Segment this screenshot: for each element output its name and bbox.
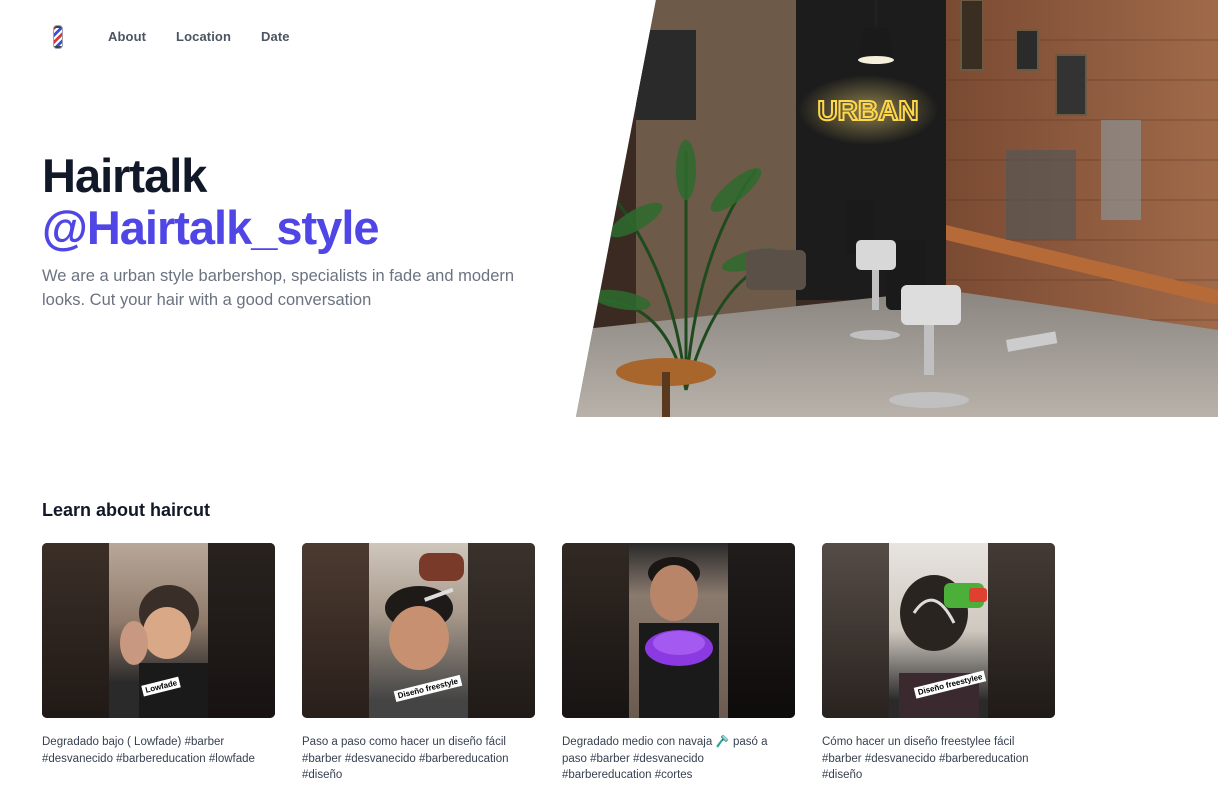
- video-caption[interactable]: Cómo hacer un diseño freestylee fácil #b…: [822, 734, 1055, 784]
- video-caption[interactable]: Paso a paso como hacer un diseño fácil #…: [302, 734, 535, 784]
- nav-link-about[interactable]: About: [108, 29, 146, 44]
- neon-sign: URBAN: [817, 95, 918, 126]
- video-card[interactable]: Diseño freestyle Paso a paso como hacer …: [302, 543, 535, 784]
- video-thumbnail[interactable]: Lowfade: [42, 543, 275, 718]
- section-title: Learn about haircut: [42, 500, 211, 520]
- barbershop-illustration: URBAN: [576, 0, 1218, 417]
- video-caption[interactable]: Degradado bajo ( Lowfade) #barber #desva…: [42, 734, 275, 767]
- hero-handle[interactable]: @Hairtalk_style: [42, 202, 380, 254]
- video-card[interactable]: Diseño freestylee Cómo hacer un diseño f…: [822, 543, 1055, 784]
- hero-description: We are a urban style barbershop, special…: [42, 267, 515, 309]
- main-nav: About Location Date: [108, 29, 290, 44]
- nav-link-date[interactable]: Date: [261, 29, 290, 44]
- hero-title: Hairtalk @Hairtalk_style: [42, 149, 380, 254]
- video-card[interactable]: Lowfade Degradado bajo ( Lowfade) #barbe…: [42, 543, 275, 784]
- video-cards: Lowfade Degradado bajo ( Lowfade) #barbe…: [42, 543, 1055, 784]
- page: About Location Date Hairtalk @Hairtalk_s…: [0, 0, 1218, 790]
- video-caption[interactable]: Degradado medio con navaja 🪒 pasó a paso…: [562, 734, 795, 784]
- nav-link-location[interactable]: Location: [176, 29, 231, 44]
- video-thumbnail[interactable]: Diseño freestylee: [822, 543, 1055, 718]
- hero-title-name: Hairtalk: [42, 149, 207, 202]
- hero-barbershop-image: URBAN: [576, 0, 1218, 417]
- barber-pole-logo-icon[interactable]: [53, 25, 63, 49]
- video-thumbnail[interactable]: Diseño freestyle: [302, 543, 535, 718]
- video-thumbnail[interactable]: [562, 543, 795, 718]
- video-card[interactable]: Degradado medio con navaja 🪒 pasó a paso…: [562, 543, 795, 784]
